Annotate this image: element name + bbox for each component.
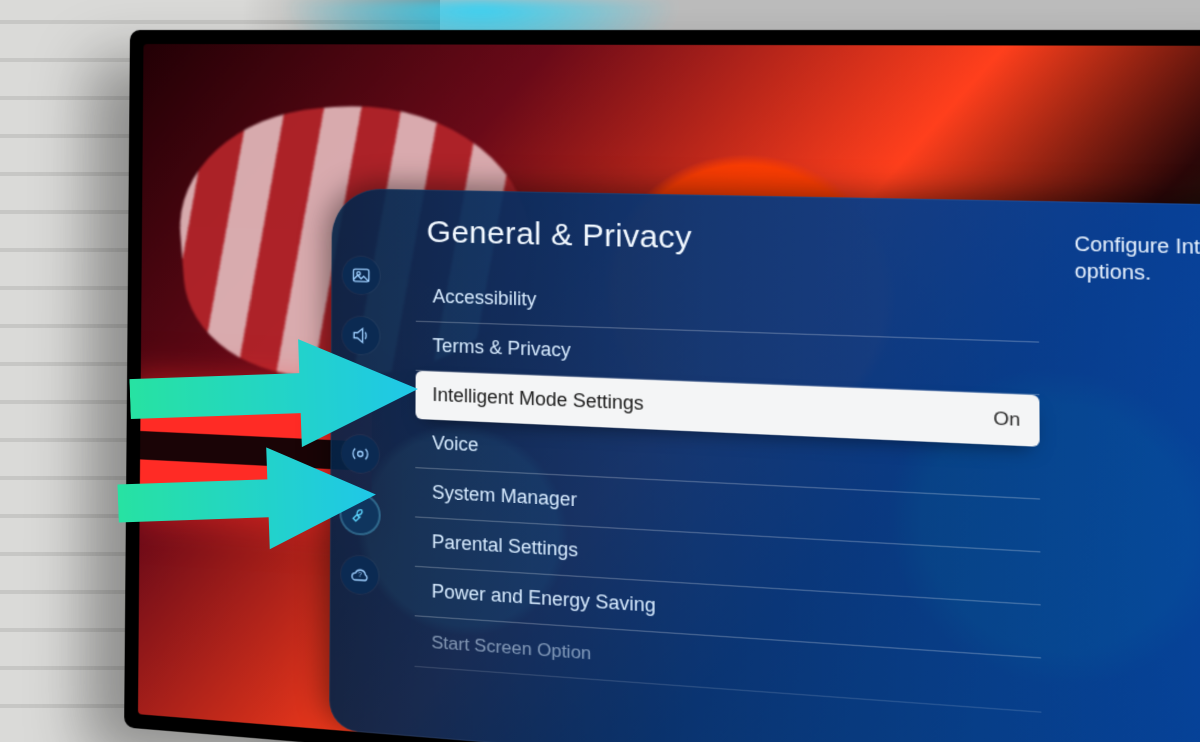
menu-item-label: Accessibility xyxy=(433,286,537,311)
menu-item-label: Power and Energy Saving xyxy=(432,581,656,618)
menu-item-label: Voice xyxy=(432,432,478,456)
settings-description: Configure Intellige options. xyxy=(1062,201,1200,742)
page-title: General & Privacy xyxy=(427,215,1039,266)
wrench-icon[interactable] xyxy=(341,495,378,535)
menu-item-label: Intelligent Mode Settings xyxy=(432,384,644,415)
cloud-icon[interactable]: ? xyxy=(341,555,378,595)
description-line: options. xyxy=(1075,258,1200,291)
menu-item-label: Terms & Privacy xyxy=(432,335,570,362)
tv-bezel: ? General & Privacy Accessibility Terms … xyxy=(124,30,1200,742)
settings-list: Accessibility Terms & Privacy Intelligen… xyxy=(415,273,1042,713)
settings-panel: ? General & Privacy Accessibility Terms … xyxy=(329,188,1200,742)
sound-icon[interactable] xyxy=(342,316,379,355)
svg-text:?: ? xyxy=(358,572,362,580)
settings-icon-rail: ? xyxy=(329,188,391,735)
picture-icon[interactable] xyxy=(343,256,380,294)
menu-item-label: System Manager xyxy=(432,482,577,512)
tv: ? General & Privacy Accessibility Terms … xyxy=(124,30,1200,742)
settings-main: General & Privacy Accessibility Terms & … xyxy=(389,189,1066,742)
menu-item-label: Start Screen Option xyxy=(431,632,591,665)
tv-screen: ? General & Privacy Accessibility Terms … xyxy=(138,44,1200,742)
photo-scene: ? General & Privacy Accessibility Terms … xyxy=(0,0,1200,742)
broadcast-icon[interactable] xyxy=(342,434,379,473)
menu-item-label: Parental Settings xyxy=(432,531,578,562)
menu-item-value: On xyxy=(993,407,1020,430)
